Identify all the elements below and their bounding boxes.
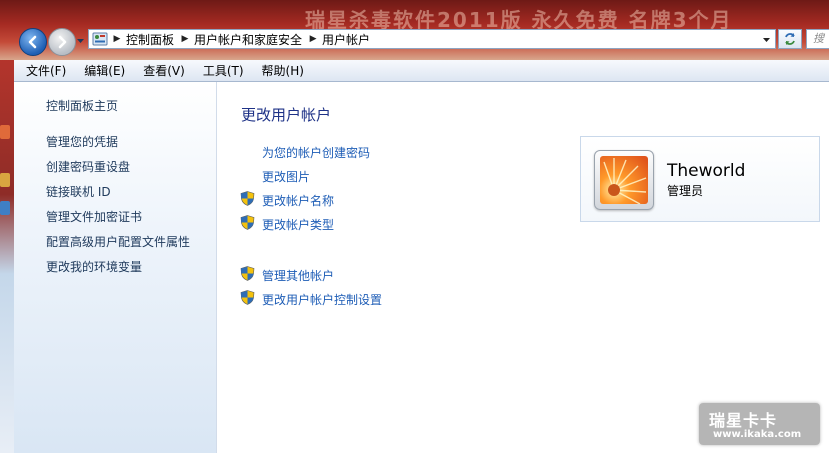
account-card: Theworld 管理员: [580, 136, 820, 222]
menu-tools[interactable]: 工具(T): [197, 62, 250, 79]
task-create-password[interactable]: 为您的帐户创建密码: [262, 144, 370, 161]
desktop-icon: [0, 173, 10, 187]
navigation-pane: 控制面板主页 管理您的凭据 创建密码重设盘 链接联机 ID 管理文件加密证书 配…: [14, 82, 217, 453]
sidebar-item-control-panel-home[interactable]: 控制面板主页: [46, 97, 118, 114]
desktop-icon: [0, 201, 10, 215]
control-panel-icon: [92, 32, 108, 46]
main-content: 更改用户帐户 为您的帐户创建密码 更改图片 更改帐户名称 更改帐户类型 管理其他…: [217, 82, 829, 453]
task-manage-other-accounts[interactable]: 管理其他帐户: [262, 267, 334, 284]
flower-picture-icon: [600, 156, 648, 204]
menu-help[interactable]: 帮助(H): [256, 62, 310, 79]
page-title: 更改用户帐户: [241, 106, 332, 124]
task-uac-settings[interactable]: 更改用户帐户控制设置: [262, 291, 382, 308]
watermark-url: www.ikaka.com: [713, 429, 802, 440]
back-button[interactable]: [19, 28, 47, 56]
forward-button[interactable]: [48, 28, 76, 56]
uac-shield-icon: [240, 290, 255, 305]
arrow-left-icon: [28, 35, 37, 49]
task-change-account-name[interactable]: 更改帐户名称: [262, 192, 334, 209]
sidebar-item-environment-variables[interactable]: 更改我的环境变量: [46, 258, 142, 275]
chevron-down-icon[interactable]: [762, 35, 771, 44]
uac-shield-icon: [240, 266, 255, 281]
breadcrumb-user-accounts-family[interactable]: 用户帐户和家庭安全: [190, 31, 308, 48]
menu-view[interactable]: 查看(V): [137, 62, 191, 79]
search-input[interactable]: 搜: [806, 29, 829, 49]
task-change-account-type[interactable]: 更改帐户类型: [262, 216, 334, 233]
menu-edit[interactable]: 编辑(E): [78, 62, 131, 79]
refresh-icon: [785, 33, 795, 45]
task-change-picture[interactable]: 更改图片: [262, 168, 310, 185]
desktop-background: [0, 55, 14, 453]
menu-file[interactable]: 文件(F): [20, 62, 72, 79]
watermark: 瑞星卡卡 www.ikaka.com: [699, 403, 820, 445]
desktop-icon: [0, 125, 10, 139]
uac-shield-icon: [240, 215, 255, 230]
breadcrumb-user-accounts[interactable]: 用户帐户: [318, 31, 376, 48]
arrow-right-icon: [58, 35, 67, 49]
uac-shield-icon: [240, 191, 255, 206]
breadcrumb-control-panel[interactable]: 控制面板: [122, 31, 180, 48]
avatar[interactable]: [594, 150, 654, 210]
refresh-button[interactable]: [778, 29, 802, 49]
chevron-right-icon[interactable]: ▶: [308, 34, 318, 44]
chevron-down-icon[interactable]: [76, 36, 85, 45]
chevron-right-icon[interactable]: ▶: [180, 34, 190, 44]
sidebar-item-link-online-id[interactable]: 链接联机 ID: [46, 183, 111, 200]
account-name: Theworld: [667, 161, 746, 181]
address-bar[interactable]: ▶ 控制面板 ▶ 用户帐户和家庭安全 ▶ 用户帐户: [88, 29, 776, 49]
account-role: 管理员: [667, 184, 704, 198]
chevron-right-icon[interactable]: ▶: [112, 34, 122, 44]
sidebar-item-password-reset-disk[interactable]: 创建密码重设盘: [46, 158, 130, 175]
sidebar-item-file-encryption-certificates[interactable]: 管理文件加密证书: [46, 208, 142, 225]
watermark-title: 瑞星卡卡: [709, 411, 778, 430]
menu-bar: 文件(F) 编辑(E) 查看(V) 工具(T) 帮助(H): [14, 60, 829, 82]
sidebar-item-manage-credentials[interactable]: 管理您的凭据: [46, 133, 118, 150]
sidebar-item-advanced-profile-properties[interactable]: 配置高级用户配置文件属性: [46, 233, 190, 250]
